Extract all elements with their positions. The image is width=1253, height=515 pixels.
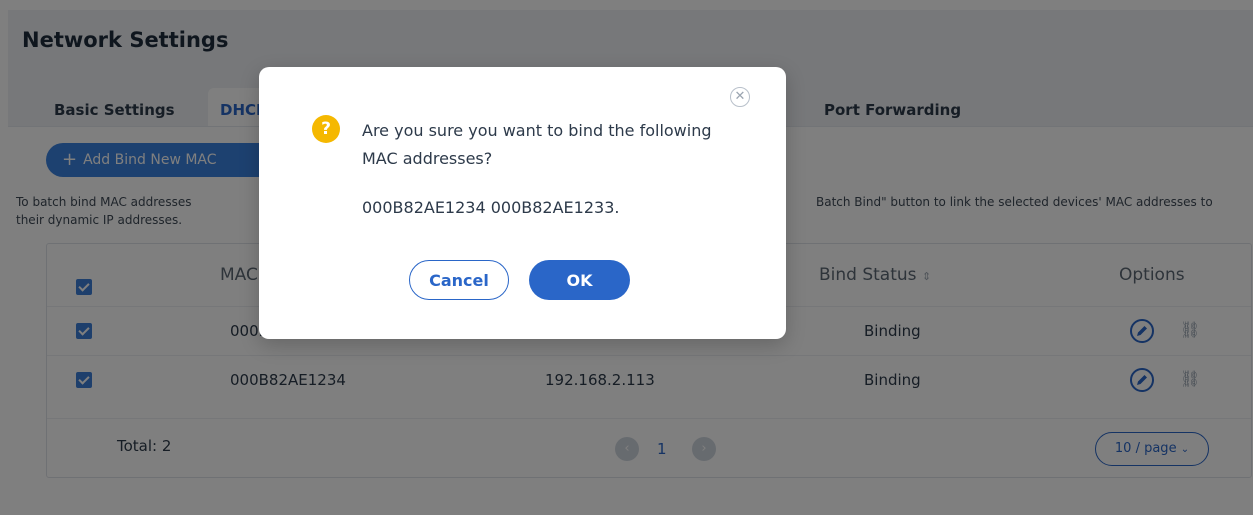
- close-icon[interactable]: ✕: [730, 87, 750, 107]
- dialog-message: Are you sure you want to bind the follow…: [362, 121, 712, 168]
- cancel-button[interactable]: Cancel: [409, 260, 509, 300]
- confirm-bind-dialog: ✕ ? Are you sure you want to bind the fo…: [259, 67, 786, 339]
- question-icon: ?: [312, 115, 340, 143]
- dialog-mac-list: 000B82AE1234 000B82AE1233.: [362, 198, 620, 217]
- ok-button[interactable]: OK: [529, 260, 630, 300]
